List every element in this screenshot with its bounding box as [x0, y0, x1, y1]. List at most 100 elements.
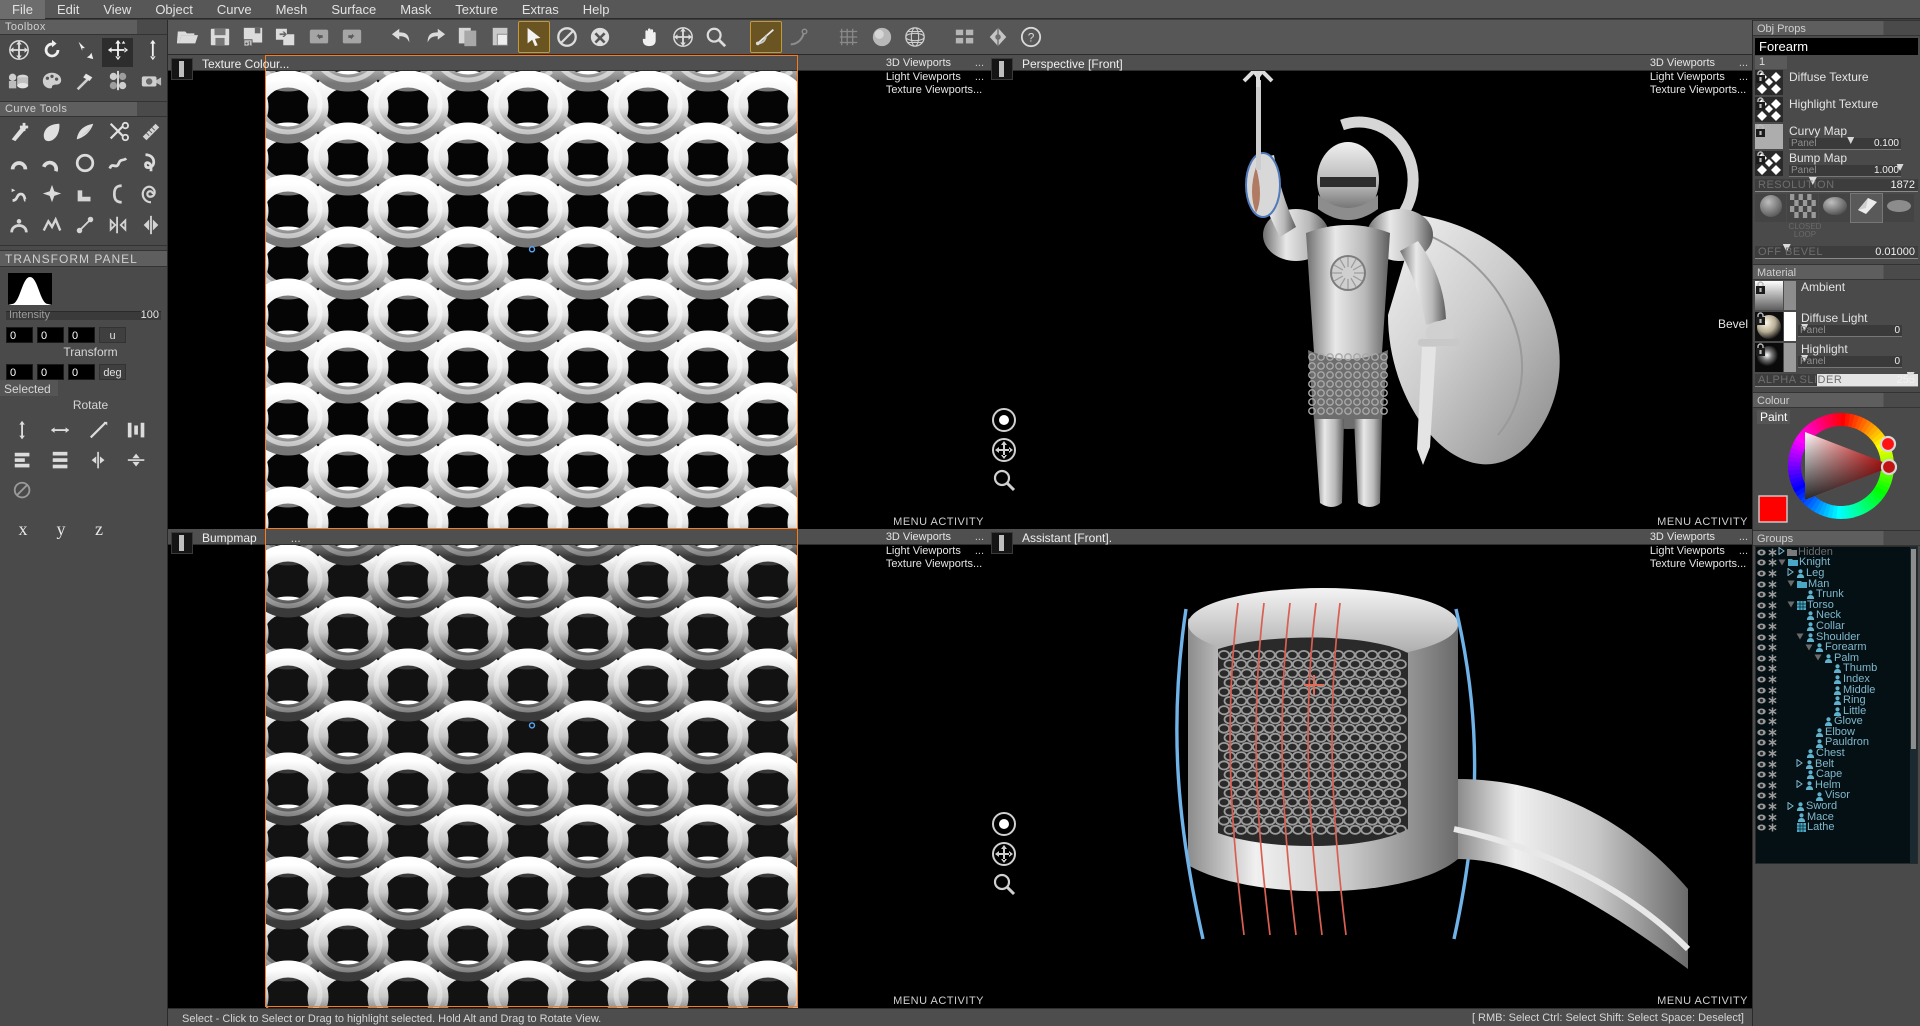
- tree-eye-toggle[interactable]: [1756, 792, 1767, 799]
- measure-angle-button[interactable]: [751, 22, 781, 52]
- transform-y-field[interactable]: 0: [37, 327, 64, 343]
- lock-star-icon[interactable]: [1768, 601, 1777, 610]
- paste-button[interactable]: [486, 22, 516, 52]
- perspective-viewport-menu-0-dots[interactable]: ...: [1739, 57, 1748, 71]
- lock-star-icon[interactable]: [1768, 770, 1777, 779]
- lock-icon[interactable]: [1755, 151, 1766, 164]
- menu-item-extras[interactable]: Extras: [510, 0, 571, 19]
- tree-expander[interactable]: [1787, 578, 1795, 590]
- diffuse-light-material-slider[interactable]: Panel0: [1798, 325, 1902, 337]
- diffuse-light-material-bar[interactable]: [1784, 312, 1796, 341]
- universal-tool[interactable]: [102, 38, 133, 67]
- rotate-y-field[interactable]: 0: [37, 364, 64, 380]
- tree-row[interactable]: Chest: [1756, 748, 1917, 759]
- texture-colour-viewport[interactable]: Texture Colour...3D Viewports...Light Vi…: [168, 55, 988, 529]
- menu-item-edit[interactable]: Edit: [45, 0, 91, 19]
- texture-colour-viewport-menu-1-dots[interactable]: ...: [975, 71, 984, 85]
- lock-star-icon[interactable]: [1768, 686, 1777, 695]
- visibility-eye-icon[interactable]: [1757, 570, 1766, 577]
- expander-expanded-icon[interactable]: [1778, 559, 1786, 566]
- texture-colour-viewport-menu-0-dots[interactable]: ...: [975, 57, 984, 71]
- align-center-vertical[interactable]: [4, 418, 42, 448]
- tree-eye-toggle[interactable]: [1756, 771, 1767, 778]
- bumpmap-viewport-thumbnail-icon[interactable]: [171, 532, 193, 554]
- visibility-eye-icon[interactable]: [1757, 814, 1766, 821]
- bump-map-swatch-wrap[interactable]: [1755, 151, 1783, 176]
- lock-star-icon[interactable]: [1768, 791, 1777, 800]
- lock-star-icon[interactable]: [1768, 707, 1777, 716]
- bumpmap-viewport-menu-0-dots[interactable]: ...: [975, 531, 984, 545]
- paint-tool[interactable]: [36, 69, 67, 98]
- rotate-x-field[interactable]: 0: [6, 364, 33, 380]
- tree-row[interactable]: Trunk: [1756, 589, 1917, 600]
- expander-collapsed-icon[interactable]: [1787, 568, 1794, 576]
- tree-star-toggle[interactable]: [1767, 601, 1778, 610]
- expander-collapsed-icon[interactable]: [1787, 802, 1794, 810]
- lock-star-icon[interactable]: [1768, 738, 1777, 747]
- colour-wheel-panel[interactable]: Paint: [1753, 408, 1920, 528]
- tree-star-toggle[interactable]: [1767, 749, 1778, 758]
- menu-item-help[interactable]: Help: [571, 0, 622, 19]
- import-object-button[interactable]: [271, 22, 301, 52]
- tree-eye-toggle[interactable]: [1756, 549, 1767, 556]
- bumpmap-viewport-menu-2[interactable]: Texture Viewports...: [886, 558, 984, 572]
- intensity-slider[interactable]: Intensity 100: [6, 308, 161, 322]
- highlight-material-swatch-wrap[interactable]: [1755, 343, 1783, 372]
- lock-icon[interactable]: [1755, 281, 1766, 294]
- perspective-viewport-light-button[interactable]: [991, 407, 1017, 433]
- perspective-viewport-menu-1[interactable]: Light Viewports...: [1650, 71, 1748, 85]
- assistant-viewport-pan-button[interactable]: [991, 841, 1017, 867]
- tree-expander[interactable]: [1805, 642, 1813, 654]
- tree-star-toggle[interactable]: [1767, 590, 1778, 599]
- visibility-eye-icon[interactable]: [1757, 687, 1766, 694]
- shape-sphere[interactable]: [1755, 194, 1786, 222]
- visibility-eye-icon[interactable]: [1757, 729, 1766, 736]
- shape-disc[interactable]: [1883, 194, 1914, 222]
- select-tool-button[interactable]: [519, 22, 549, 52]
- tree-row[interactable]: Lathe: [1756, 822, 1917, 833]
- tree-eye-toggle[interactable]: [1756, 803, 1767, 810]
- tree-star-toggle[interactable]: [1767, 686, 1778, 695]
- lock-star-icon[interactable]: [1768, 590, 1777, 599]
- mirror-none[interactable]: [4, 478, 42, 508]
- expander-expanded-icon[interactable]: [1805, 644, 1813, 651]
- visibility-eye-icon[interactable]: [1757, 581, 1766, 588]
- tree-row[interactable]: Mace: [1756, 812, 1917, 823]
- lock-star-icon[interactable]: [1768, 558, 1777, 567]
- transform-x-field[interactable]: 0: [6, 327, 33, 343]
- tree-star-toggle[interactable]: [1767, 738, 1778, 747]
- colour-wheel[interactable]: [1753, 408, 1919, 528]
- tree-star-toggle[interactable]: [1767, 770, 1778, 779]
- zoom-view-button[interactable]: [701, 22, 731, 52]
- align-diagonal[interactable]: [80, 418, 118, 448]
- symmetry-button[interactable]: [983, 22, 1013, 52]
- node-curve[interactable]: [69, 213, 100, 242]
- tree-star-toggle[interactable]: [1767, 728, 1778, 737]
- resolution-slider[interactable]: RESOLUTION 1872: [1755, 179, 1918, 192]
- perspective-viewport-thumbnail-icon[interactable]: [991, 58, 1013, 80]
- align-center-horizontal[interactable]: [42, 418, 80, 448]
- shape-ellipse[interactable]: [1819, 194, 1850, 222]
- visibility-eye-icon[interactable]: [1757, 708, 1766, 715]
- zigzag-curve[interactable]: [36, 213, 67, 242]
- curve-point-button[interactable]: [784, 22, 814, 52]
- tree-star-toggle[interactable]: [1767, 823, 1778, 832]
- material-tool[interactable]: [102, 69, 133, 98]
- rotate-unit[interactable]: deg: [99, 364, 126, 380]
- tree-expander[interactable]: [1796, 631, 1804, 643]
- bumpmap-viewport-menu-1-dots[interactable]: ...: [975, 545, 984, 559]
- menu-item-mask[interactable]: Mask: [388, 0, 443, 19]
- perspective-viewport-zoom-button[interactable]: [991, 467, 1017, 493]
- move-tool[interactable]: [3, 38, 34, 67]
- menu-item-texture[interactable]: Texture: [443, 0, 510, 19]
- perspective-viewport-menu-0[interactable]: 3D Viewports...: [1650, 57, 1748, 71]
- wave-curve[interactable]: [102, 151, 133, 180]
- lock-star-icon[interactable]: [1768, 664, 1777, 673]
- curvy-map-swatch-wrap[interactable]: [1755, 124, 1783, 149]
- arc-tool[interactable]: [3, 151, 34, 180]
- tree-eye-toggle[interactable]: [1756, 602, 1767, 609]
- assistant-viewport[interactable]: Assistant [Front].3D Viewports...Light V…: [988, 529, 1752, 1008]
- visibility-eye-icon[interactable]: [1757, 771, 1766, 778]
- tree-star-toggle[interactable]: [1767, 548, 1778, 557]
- tree-star-toggle[interactable]: [1767, 781, 1778, 790]
